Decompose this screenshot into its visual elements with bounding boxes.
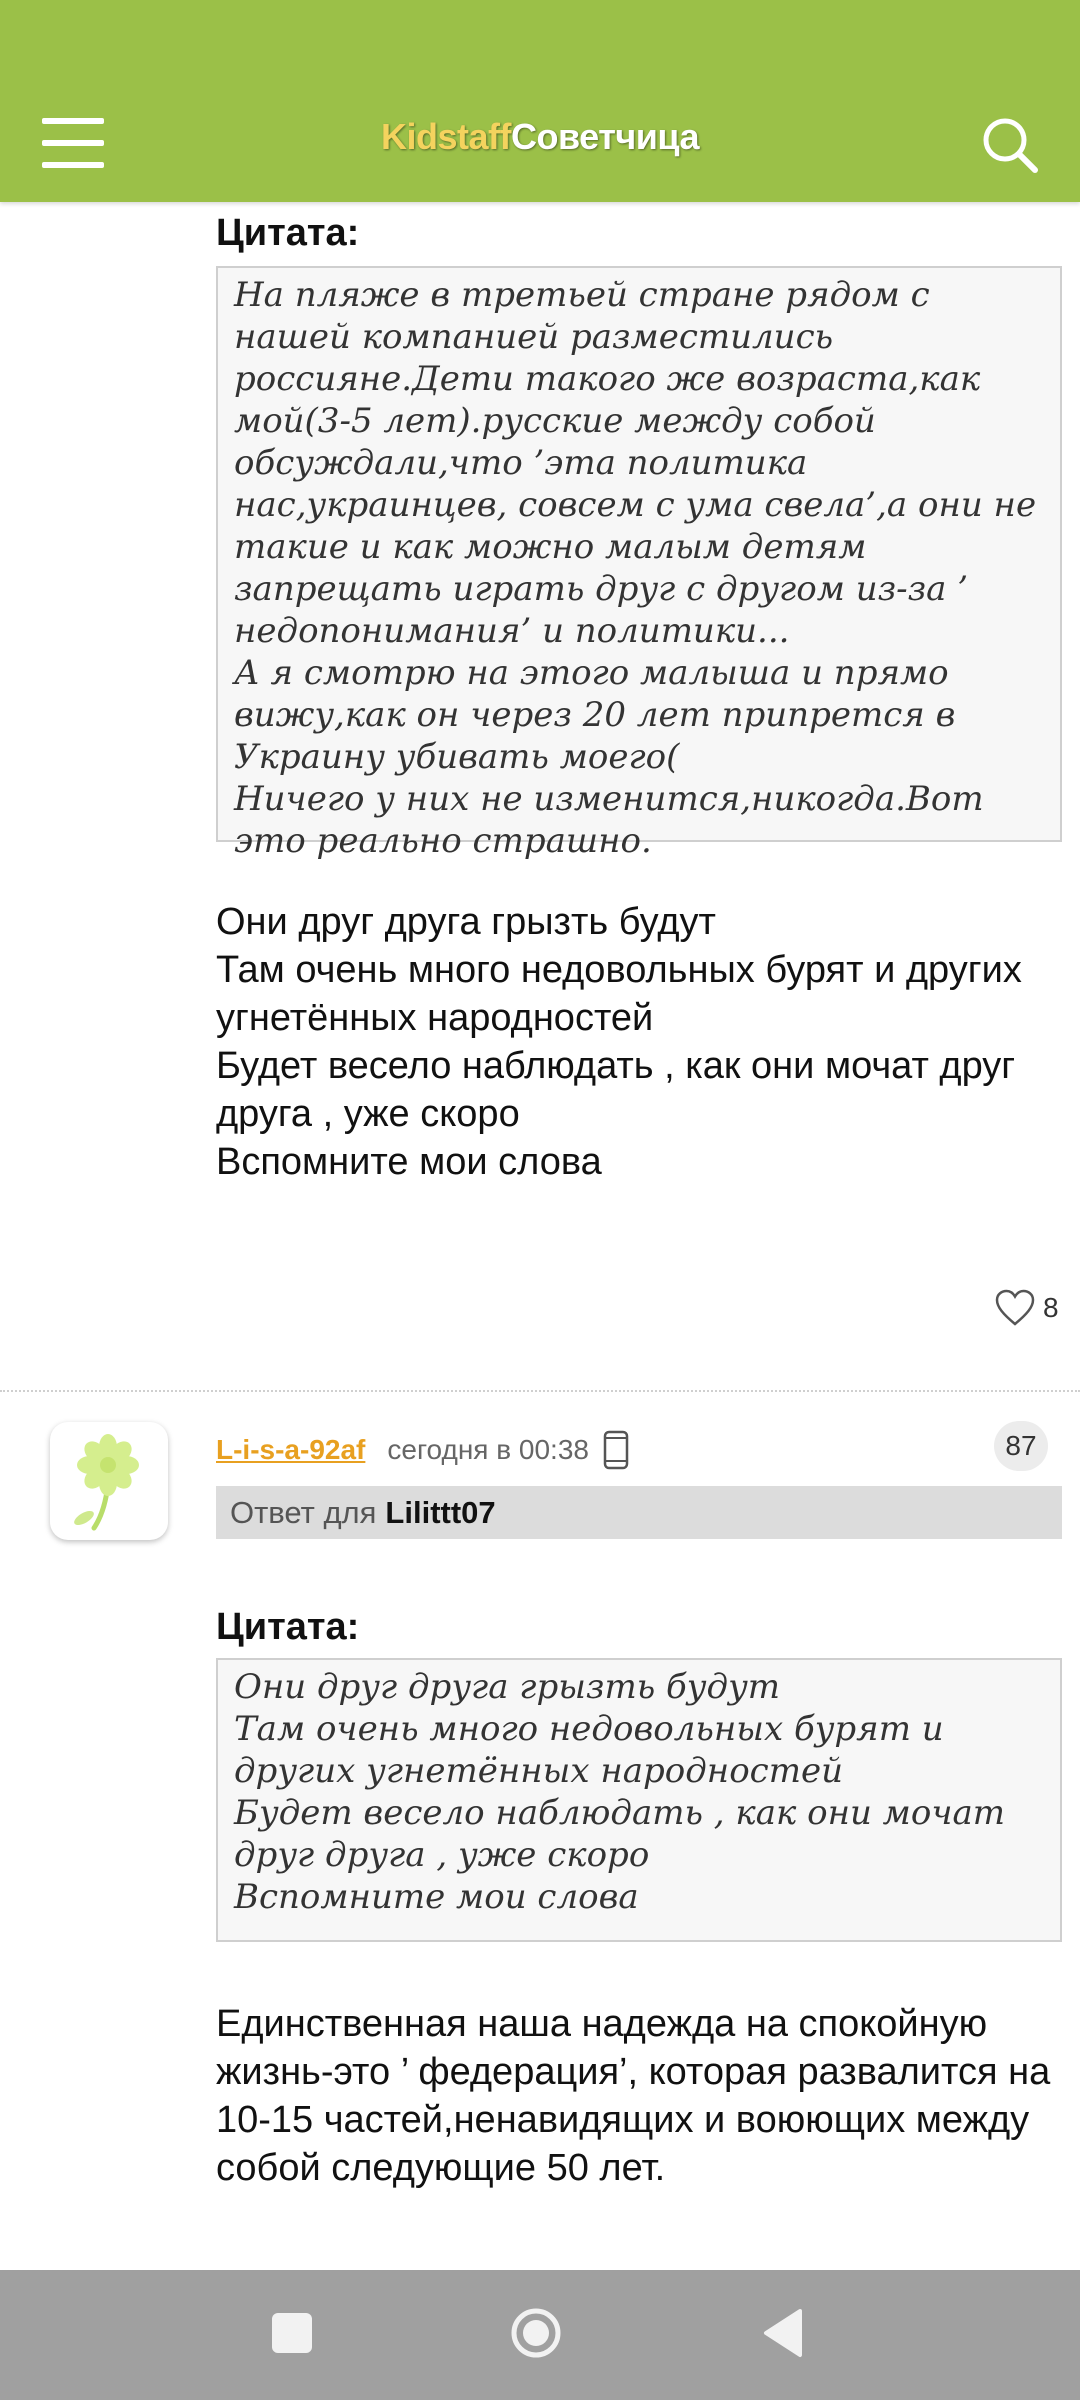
username-link[interactable]: L-i-s-a-92af <box>216 1434 365 1466</box>
quote-title: Цитата: <box>216 212 360 254</box>
flower-avatar-icon <box>74 1434 139 1531</box>
post-meta: L-i-s-a-92af сегодня в 00:38 <box>216 1427 629 1473</box>
avatar[interactable] <box>50 1422 168 1540</box>
search-icon[interactable] <box>980 115 1040 175</box>
reply-to-username[interactable]: Lilittt07 <box>385 1495 495 1531</box>
app-bar: KidstaffСоветчица <box>0 0 1080 202</box>
quote-box: Они друг друга грызть будут Там очень мн… <box>216 1658 1062 1942</box>
brand-part2: Советчица <box>511 116 699 157</box>
recent-apps-icon[interactable] <box>272 2313 312 2353</box>
quote-title: Цитата: <box>216 1606 360 1648</box>
reply-to-bar[interactable]: Ответ для Lilittt07 <box>216 1486 1062 1539</box>
brand-part1: Kidstaff <box>381 116 512 157</box>
post-divider <box>0 1390 1080 1392</box>
like-button[interactable]: 8 <box>995 1288 1059 1328</box>
timestamp: сегодня в 00:38 <box>387 1434 589 1465</box>
post-body: Единственная наша надежда на спокойную ж… <box>216 2003 1051 2189</box>
back-icon[interactable] <box>760 2307 804 2359</box>
quote-box: На пляже в третьей стране рядом с нашей … <box>216 266 1062 861</box>
home-icon[interactable] <box>510 2307 562 2359</box>
post-body: Они друг друга грызть будут Там очень мн… <box>216 901 1022 1183</box>
like-count: 8 <box>1043 1292 1059 1323</box>
heart-icon <box>995 1289 1035 1326</box>
post-number-badge[interactable]: 87 <box>994 1421 1048 1471</box>
reply-label: Ответ для <box>230 1494 377 1530</box>
site-logo[interactable]: KidstaffСоветчица <box>0 116 1080 158</box>
phone-icon <box>603 1430 629 1470</box>
